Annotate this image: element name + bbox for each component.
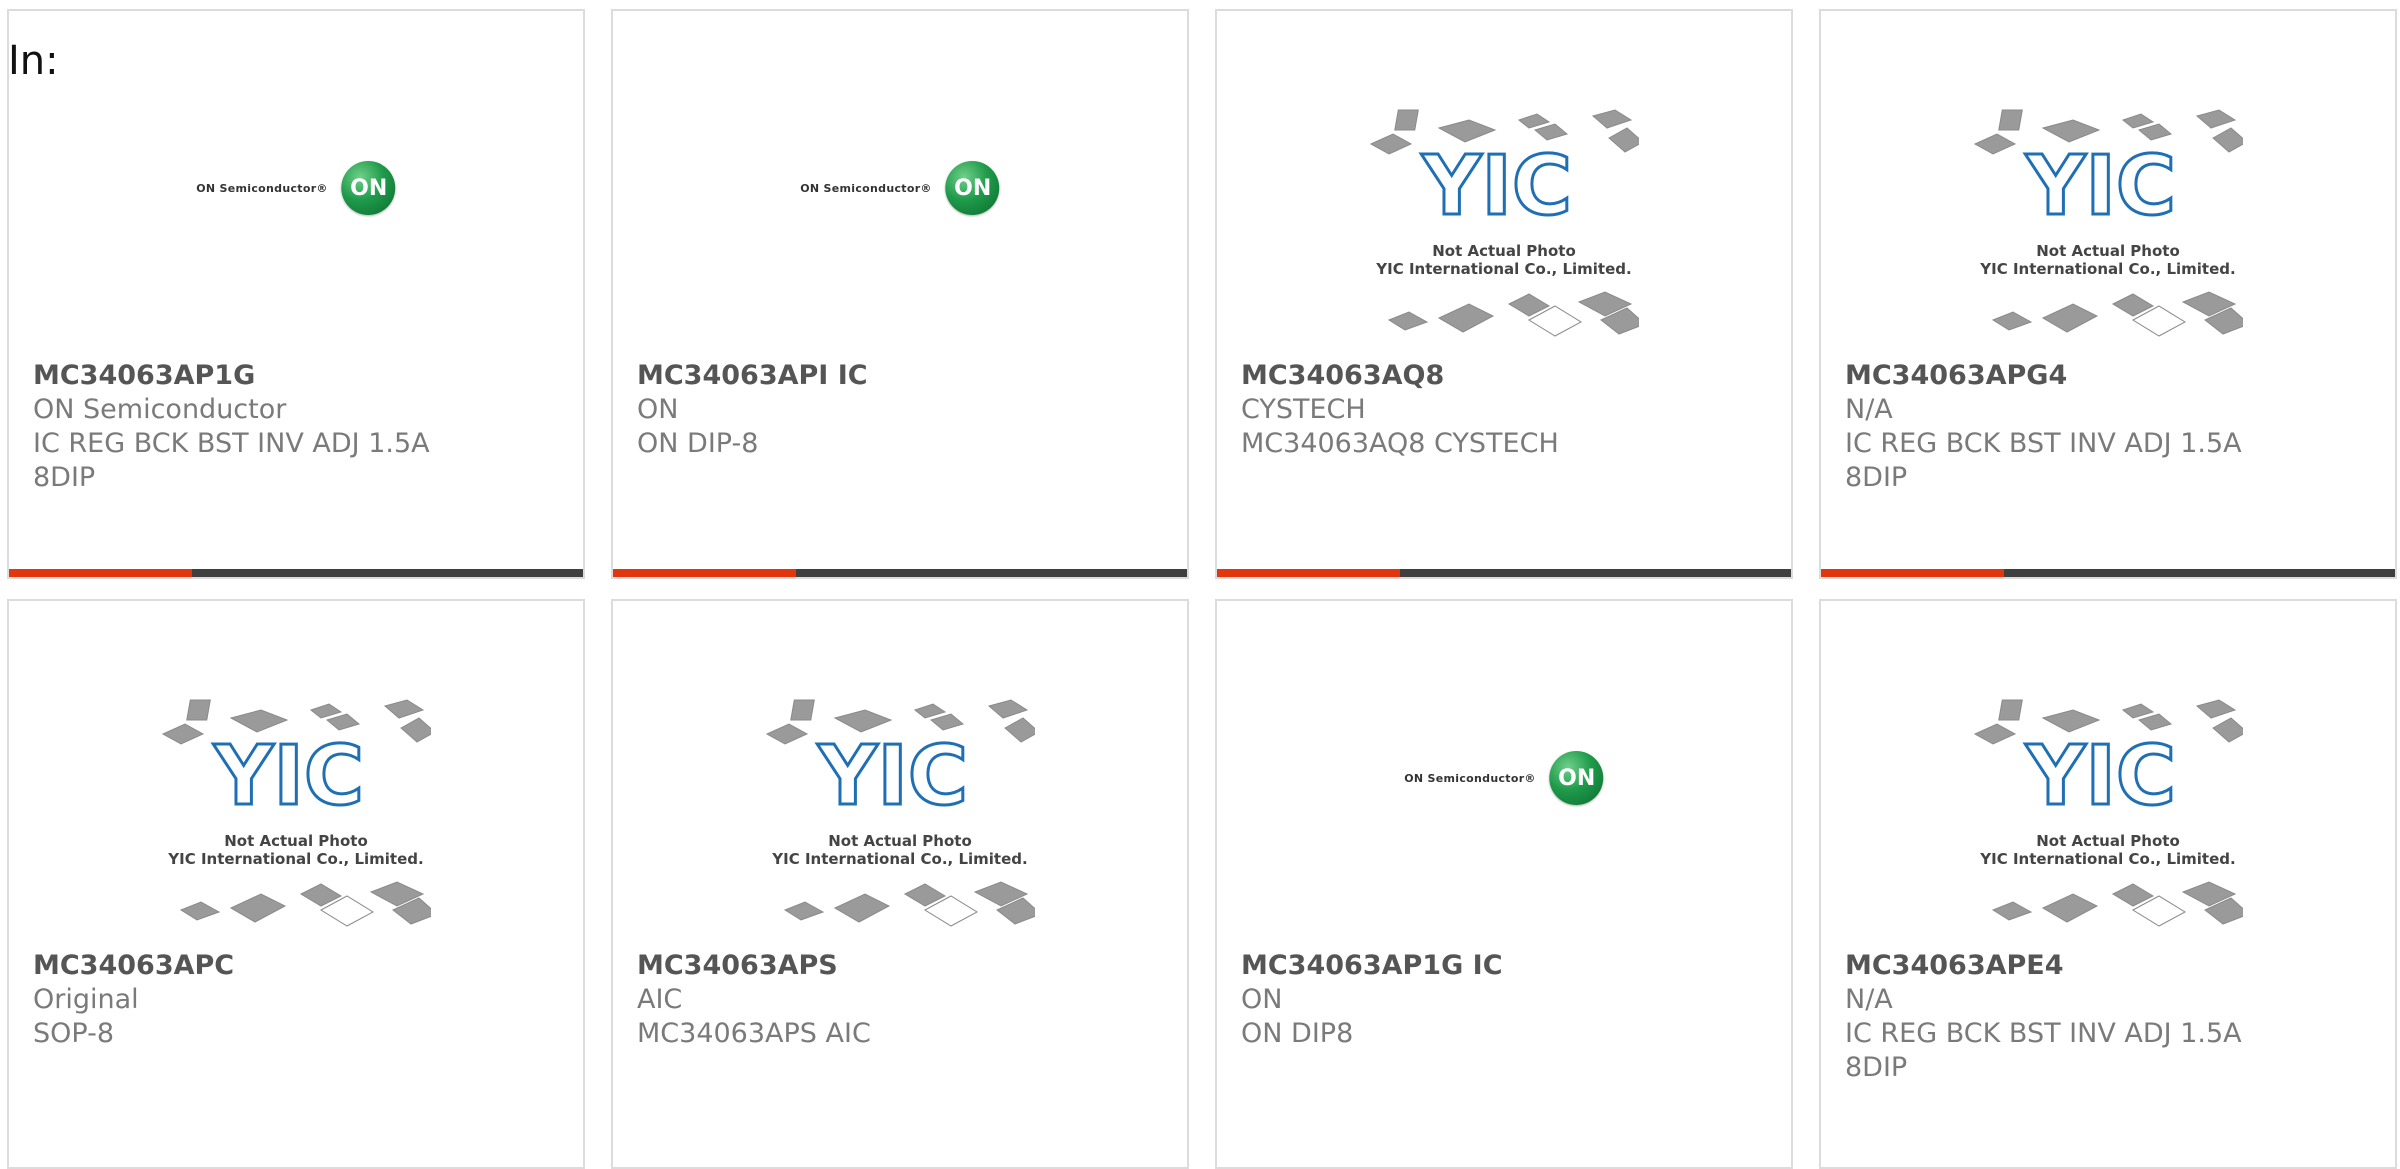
yic-placeholder-image: YIC Not Actual Photo YIC International C… xyxy=(765,699,1035,927)
on-logo-mark: ON xyxy=(945,161,1000,215)
part-number-link[interactable]: MC34063AP1G xyxy=(33,359,567,393)
description-text: IC REG BCK BST INV ADJ 1.5A xyxy=(1845,428,2242,459)
part-number-link[interactable]: MC34063APC xyxy=(33,949,567,983)
product-info: MC34063API IC ON ON DIP-8 xyxy=(637,359,1171,461)
yic-caption-2: YIC International Co., Limited. xyxy=(1979,260,2235,278)
description-text: ON DIP8 xyxy=(1241,1018,1354,1049)
description-text: MC34063AQ8 CYSTECH xyxy=(1241,428,1559,459)
manufacturer-text: ON xyxy=(1241,984,1283,1015)
manufacturer-text: N/A xyxy=(1845,394,1893,425)
accent-bar-dark xyxy=(2004,569,2395,577)
part-number-link[interactable]: MC34063AP1G IC xyxy=(1241,949,1775,983)
product-image[interactable]: YIC Not Actual Photo YIC International C… xyxy=(1821,11,2395,351)
filter-in-label: In: xyxy=(8,38,59,84)
product-info: MC34063AP1G IC ON ON DIP8 xyxy=(1241,949,1775,1051)
yic-caption-1: Not Actual Photo xyxy=(1432,242,1576,260)
accent-bar-red xyxy=(9,569,192,577)
yic-placeholder-image: YIC Not Actual Photo YIC International C… xyxy=(1369,109,1639,337)
svg-text:YIC: YIC xyxy=(817,729,968,824)
on-logo-text: ON Semiconductor® xyxy=(800,181,932,195)
description-text: 8DIP xyxy=(33,462,96,493)
product-image[interactable]: YIC Not Actual Photo YIC International C… xyxy=(613,601,1187,941)
product-card[interactable]: ON Semiconductor® ON MC34063AP1G ON Semic… xyxy=(7,9,585,579)
product-image[interactable]: YIC Not Actual Photo YIC International C… xyxy=(9,601,583,941)
product-grid: ON Semiconductor® ON MC34063AP1G ON Semic… xyxy=(0,0,2400,1169)
yic-caption-1: Not Actual Photo xyxy=(2036,242,2180,260)
on-semiconductor-logo: ON Semiconductor® ON xyxy=(800,161,1000,215)
product-card[interactable]: YIC Not Actual Photo YIC International C… xyxy=(7,599,585,1169)
manufacturer-text: N/A xyxy=(1845,984,1893,1015)
yic-placeholder-image: YIC Not Actual Photo YIC International C… xyxy=(1973,699,2243,927)
card-accent-bar xyxy=(1821,569,2395,577)
product-card[interactable]: YIC Not Actual Photo YIC International C… xyxy=(1819,9,2397,579)
accent-bar-red xyxy=(1217,569,1400,577)
accent-bar-dark xyxy=(796,569,1187,577)
on-logo-text: ON Semiconductor® xyxy=(1404,771,1536,785)
yic-placeholder-image: YIC Not Actual Photo YIC International C… xyxy=(1973,109,2243,337)
description-text: IC REG BCK BST INV ADJ 1.5A xyxy=(1845,1018,2242,1049)
on-logo-mark: ON xyxy=(1549,751,1604,805)
on-semiconductor-logo: ON Semiconductor® ON xyxy=(1404,751,1604,805)
yic-caption-2: YIC International Co., Limited. xyxy=(1979,850,2235,868)
product-info: MC34063APG4 N/A IC REG BCK BST INV ADJ 1.5… xyxy=(1845,359,2379,495)
description-text: ON DIP-8 xyxy=(637,428,759,459)
part-number-link[interactable]: MC34063APE4 xyxy=(1845,949,2379,983)
product-card[interactable]: ON Semiconductor® ON MC34063API IC ON ON D… xyxy=(611,9,1189,579)
manufacturer-text: AIC xyxy=(637,984,683,1015)
product-info: MC34063AP1G ON Semiconductor IC REG BCK BS… xyxy=(33,359,567,495)
card-accent-bar xyxy=(1217,569,1791,577)
product-card[interactable]: YIC Not Actual Photo YIC International C… xyxy=(1819,599,2397,1169)
manufacturer-text: CYSTECH xyxy=(1241,394,1366,425)
accent-bar-red xyxy=(613,569,796,577)
product-card[interactable]: YIC Not Actual Photo YIC International C… xyxy=(1215,9,1793,579)
product-image[interactable]: ON Semiconductor® ON xyxy=(613,11,1187,351)
on-logo-text: ON Semiconductor® xyxy=(196,181,328,195)
product-card[interactable]: ON Semiconductor® ON MC34063AP1G IC ON ON … xyxy=(1215,599,1793,1169)
yic-caption-1: Not Actual Photo xyxy=(224,832,368,850)
on-semiconductor-logo: ON Semiconductor® ON xyxy=(196,161,396,215)
svg-text:YIC: YIC xyxy=(1421,139,1572,234)
svg-text:YIC: YIC xyxy=(2025,729,2176,824)
manufacturer-text: Original xyxy=(33,984,139,1015)
part-number-link[interactable]: MC34063APG4 xyxy=(1845,359,2379,393)
product-card[interactable]: YIC Not Actual Photo YIC International C… xyxy=(611,599,1189,1169)
product-image[interactable]: ON Semiconductor® ON xyxy=(9,11,583,351)
yic-caption-2: YIC International Co., Limited. xyxy=(167,850,423,868)
yic-caption-1: Not Actual Photo xyxy=(2036,832,2180,850)
description-text: MC34063APS AIC xyxy=(637,1018,871,1049)
svg-text:YIC: YIC xyxy=(213,729,364,824)
svg-text:YIC: YIC xyxy=(2025,139,2176,234)
yic-caption-1: Not Actual Photo xyxy=(828,832,972,850)
card-accent-bar xyxy=(9,569,583,577)
manufacturer-text: ON xyxy=(637,394,679,425)
part-number-link[interactable]: MC34063API IC xyxy=(637,359,1171,393)
product-info: MC34063AQ8 CYSTECH MC34063AQ8 CYSTECH xyxy=(1241,359,1775,461)
manufacturer-text: ON Semiconductor xyxy=(33,394,287,425)
product-info: MC34063APE4 N/A IC REG BCK BST INV ADJ 1.5… xyxy=(1845,949,2379,1085)
description-text: SOP-8 xyxy=(33,1018,114,1049)
description-text: IC REG BCK BST INV ADJ 1.5A xyxy=(33,428,430,459)
description-text: 8DIP xyxy=(1845,1052,1908,1083)
product-image[interactable]: YIC Not Actual Photo YIC International C… xyxy=(1821,601,2395,941)
card-accent-bar xyxy=(613,569,1187,577)
product-image[interactable]: YIC Not Actual Photo YIC International C… xyxy=(1217,11,1791,351)
accent-bar-dark xyxy=(192,569,583,577)
yic-caption-2: YIC International Co., Limited. xyxy=(771,850,1027,868)
part-number-link[interactable]: MC34063AQ8 xyxy=(1241,359,1775,393)
accent-bar-dark xyxy=(1400,569,1791,577)
description-text: 8DIP xyxy=(1845,462,1908,493)
yic-caption-2: YIC International Co., Limited. xyxy=(1375,260,1631,278)
product-info: MC34063APC Original SOP-8 xyxy=(33,949,567,1051)
accent-bar-red xyxy=(1821,569,2004,577)
product-image[interactable]: ON Semiconductor® ON xyxy=(1217,601,1791,941)
product-info: MC34063APS AIC MC34063APS AIC xyxy=(637,949,1171,1051)
yic-placeholder-image: YIC Not Actual Photo YIC International C… xyxy=(161,699,431,927)
part-number-link[interactable]: MC34063APS xyxy=(637,949,1171,983)
on-logo-mark: ON xyxy=(341,161,396,215)
